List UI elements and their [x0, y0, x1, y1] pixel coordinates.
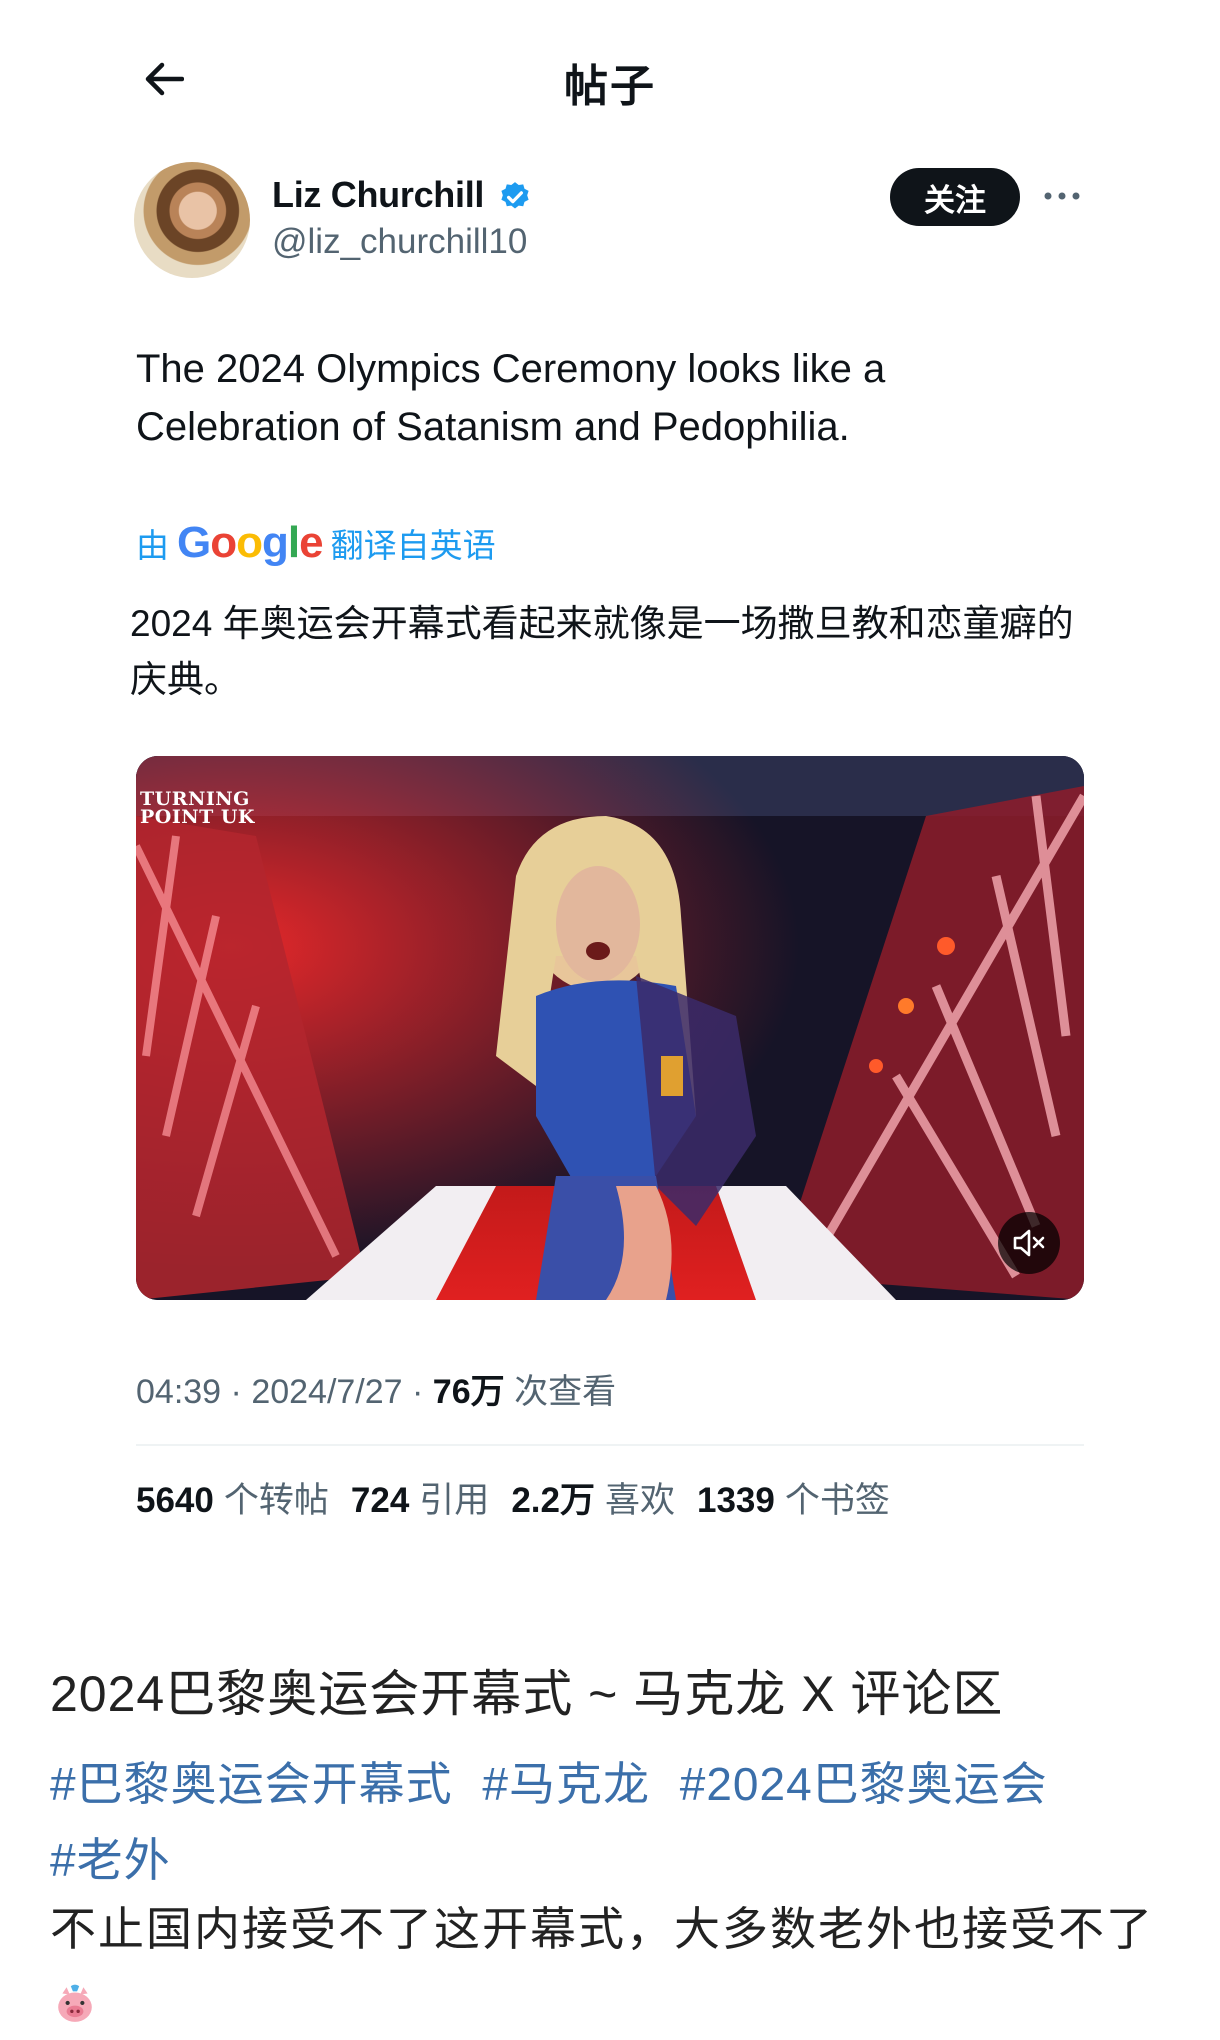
stat-likes[interactable]: 2.2万 喜欢	[511, 1472, 675, 1523]
engagement-stats: 5640 个转帖 724 引用 2.2万 喜欢 1339 个书签	[136, 1472, 890, 1523]
stat-quotes[interactable]: 724 引用	[351, 1472, 489, 1523]
stat-value: 724	[350, 1481, 410, 1520]
stat-bookmarks[interactable]: 1339 个书签	[697, 1472, 890, 1523]
stat-value: 1339	[696, 1481, 775, 1520]
translation-prefix: 由	[136, 527, 169, 564]
hashtag[interactable]: #马克龙	[482, 1758, 650, 1810]
stat-value: 5640	[136, 1481, 214, 1520]
translated-text: 2024 年奥运会开幕式看起来就像是一场撒旦教和恋童癖的庆典。	[130, 603, 1074, 700]
article-title: 2024巴黎奥运会开幕式 ~ 马克龙 X 评论区	[50, 1666, 1004, 1722]
pig-face-emoji	[58, 1984, 92, 2022]
stat-label: 喜欢	[604, 1481, 675, 1520]
stat-label: 个书签	[784, 1481, 890, 1520]
stat-reposts[interactable]: 5640 个转帖	[136, 1472, 329, 1523]
volume-mute-icon	[1013, 1229, 1045, 1257]
stat-label: 个转帖	[223, 1481, 329, 1520]
stat-value: 2.2万	[511, 1481, 595, 1520]
article-body-text: 不止国内接受不了这开幕式，大多数老外也接受不了	[50, 1903, 1154, 1955]
author-name[interactable]: Liz Churchill	[272, 174, 484, 216]
hashtag-list: #巴黎奥运会开幕式 #马克龙 #2024巴黎奥运会 #老外	[50, 1746, 1200, 1898]
translation-suffix: 翻译自英语	[330, 527, 496, 564]
video-player[interactable]	[136, 756, 1084, 1300]
mute-button[interactable]	[998, 1212, 1060, 1274]
more-button[interactable]	[1040, 176, 1084, 216]
hashtag[interactable]: #2024巴黎奥运会	[680, 1758, 1048, 1810]
article-body: 不止国内接受不了这开幕式，大多数老外也接受不了	[50, 1892, 1180, 2040]
hashtag[interactable]: #巴黎奥运会开幕式	[50, 1758, 453, 1810]
author-handle[interactable]: @liz_churchill10	[272, 222, 527, 262]
post-text: The 2024 Olympics Ceremony looks like a …	[136, 347, 886, 449]
page-title: 帖子	[564, 62, 656, 111]
view-label: 次查看	[514, 1373, 617, 1411]
post-time[interactable]: 04:39	[136, 1373, 221, 1411]
google-logo: Google	[177, 518, 324, 567]
verified-badge-icon	[501, 182, 529, 209]
stat-label: 引用	[419, 1481, 490, 1520]
video-frame	[136, 756, 1084, 1300]
post-meta: 04:39 · 2024/7/27 · 76万 次查看	[136, 1373, 617, 1411]
post-date[interactable]: 2024/7/27	[251, 1373, 402, 1411]
more-dots-icon	[1044, 192, 1080, 200]
watermark-line-2: POINT UK	[140, 806, 255, 828]
follow-button[interactable]: 关注	[890, 168, 1020, 226]
video-watermark: TURNING POINT UK	[140, 790, 255, 828]
view-count: 76万	[432, 1373, 505, 1411]
divider	[136, 1444, 1084, 1446]
avatar[interactable]	[134, 162, 250, 278]
translation-attribution[interactable]: 由 Google 翻译自英语	[136, 518, 496, 568]
hashtag[interactable]: #老外	[50, 1834, 171, 1886]
